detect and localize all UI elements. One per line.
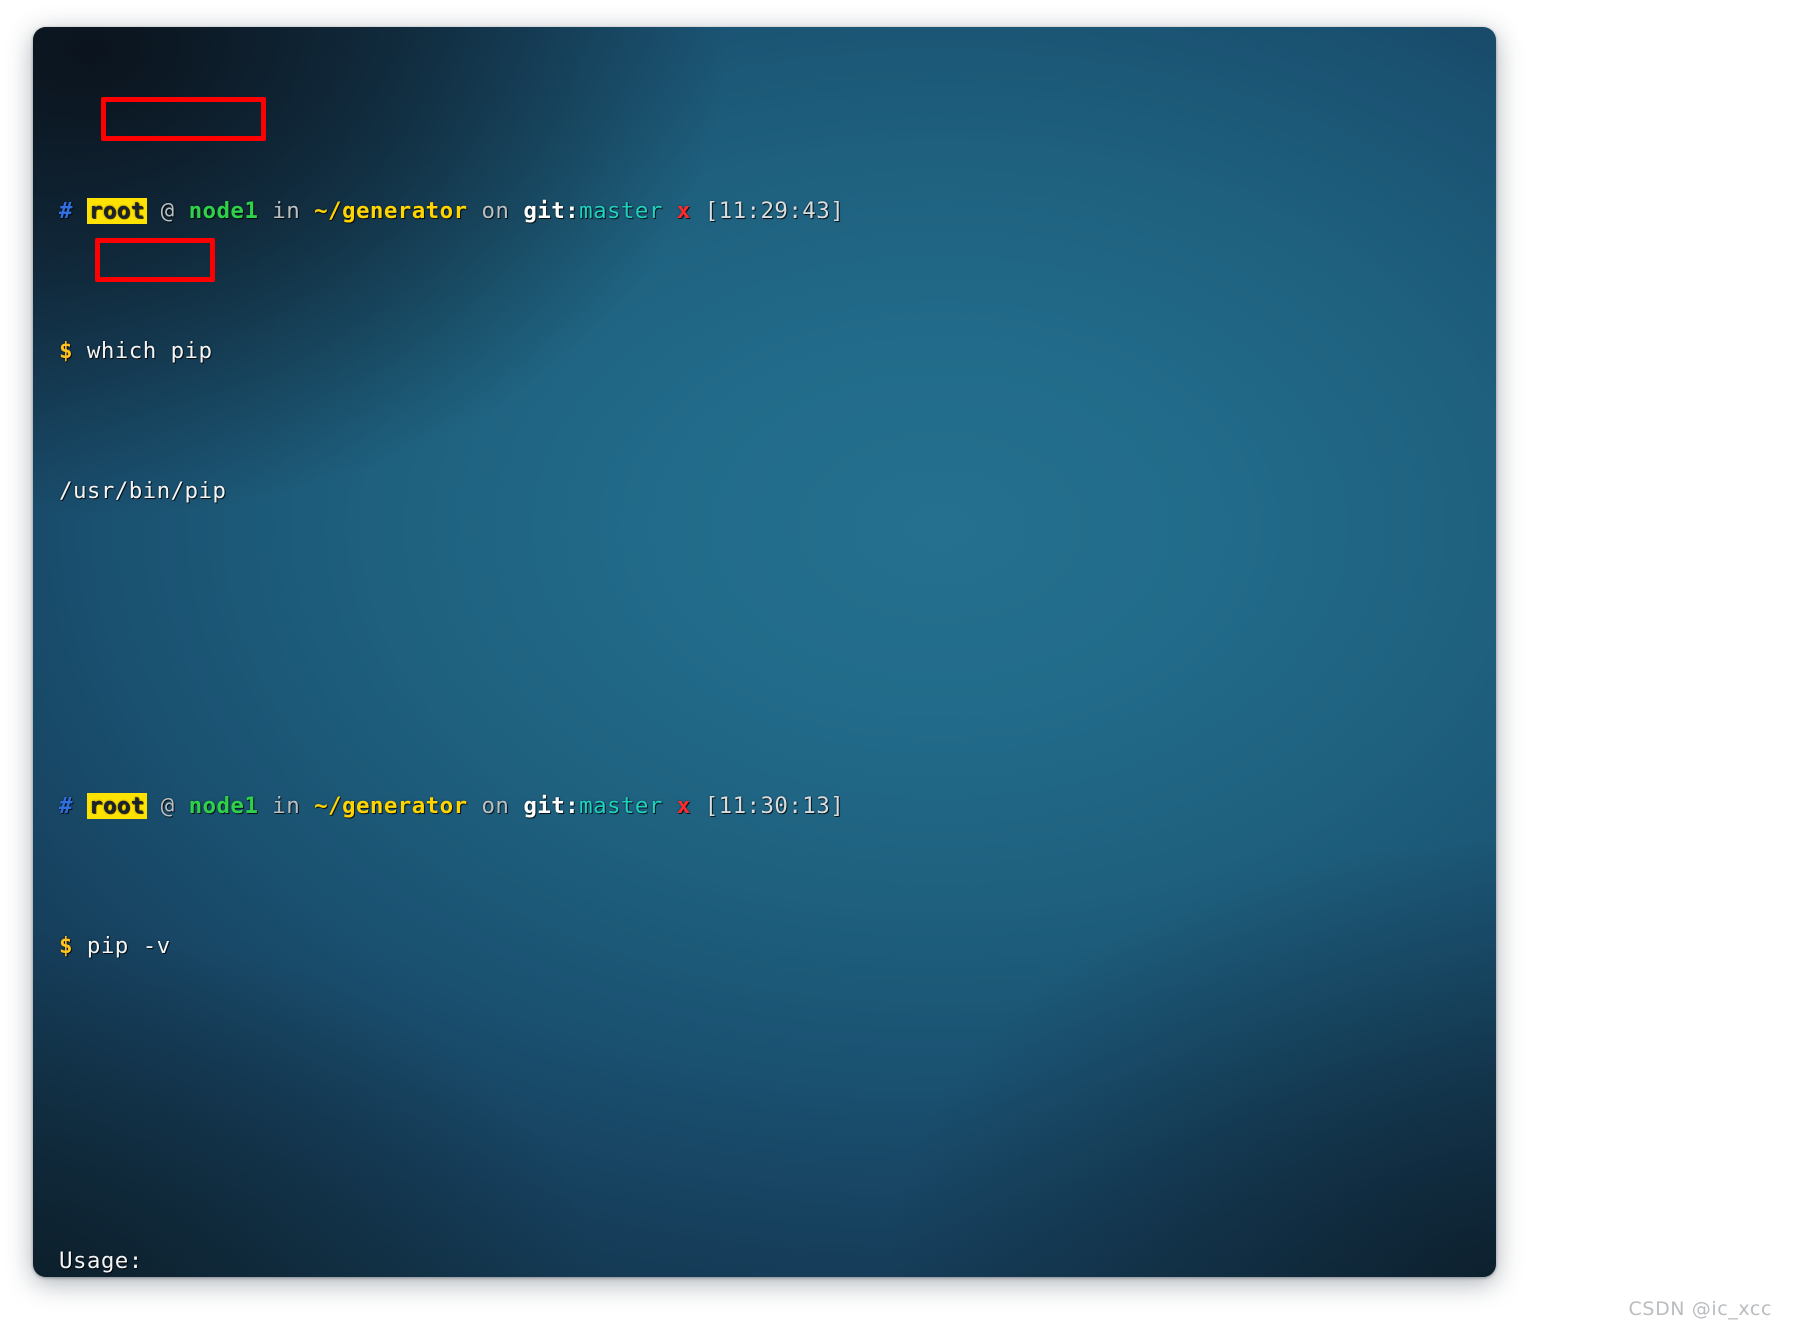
prompt-user: root [86,198,147,224]
prompt-at-symbol: @ [160,793,175,819]
prompt-git-branch: master [579,198,663,224]
prompt-working-directory: ~/generator [314,793,468,819]
prompt-line-2: # root @ node1 in ~/generator on git:mas… [59,789,1470,824]
prompt-hostname: node1 [188,198,259,224]
terminal-window[interactable]: # root @ node1 in ~/generator on git:mas… [33,27,1496,1277]
prompt-working-directory: ~/generator [314,198,468,224]
prompt-timestamp: [11:30:13] [704,793,845,819]
prompt-on-keyword: on [481,793,510,819]
watermark-label: CSDN @ic_xcc [1628,1298,1772,1320]
terminal-output-area[interactable]: # root @ node1 in ~/generator on git:mas… [33,27,1496,1277]
output-which-pip-result: /usr/bin/pip [59,478,227,504]
prompt-in-keyword: in [272,793,301,819]
usage-heading: Usage: [59,1248,143,1274]
prompt-timestamp: [11:29:43] [704,198,845,224]
prompt-hash-icon: # [59,198,73,224]
prompt-git-dirty-icon: x [676,793,691,819]
screenshot-root: # root @ node1 in ~/generator on git:mas… [0,0,1796,1334]
prompt-hash-icon: # [59,793,73,819]
prompt-on-keyword: on [481,198,510,224]
command-text-pip-v: pip -v [86,933,171,959]
prompt-user: root [86,793,147,819]
prompt-line-1: # root @ node1 in ~/generator on git:mas… [59,194,1470,229]
prompt-git-dirty-icon: x [676,198,691,224]
prompt-at-symbol: @ [160,198,175,224]
command-line-2[interactable]: $ pip -v [59,929,1470,964]
command-line-1[interactable]: $ which pip [59,334,1470,369]
prompt-hostname: node1 [188,793,259,819]
prompt-git-label: git: [523,198,580,224]
command-text-which-pip: which pip [86,338,213,364]
prompt-git-label: git: [523,793,580,819]
prompt-dollar-symbol: $ [59,933,73,959]
prompt-dollar-symbol: $ [59,338,73,364]
prompt-git-branch: master [579,793,663,819]
prompt-in-keyword: in [272,198,301,224]
